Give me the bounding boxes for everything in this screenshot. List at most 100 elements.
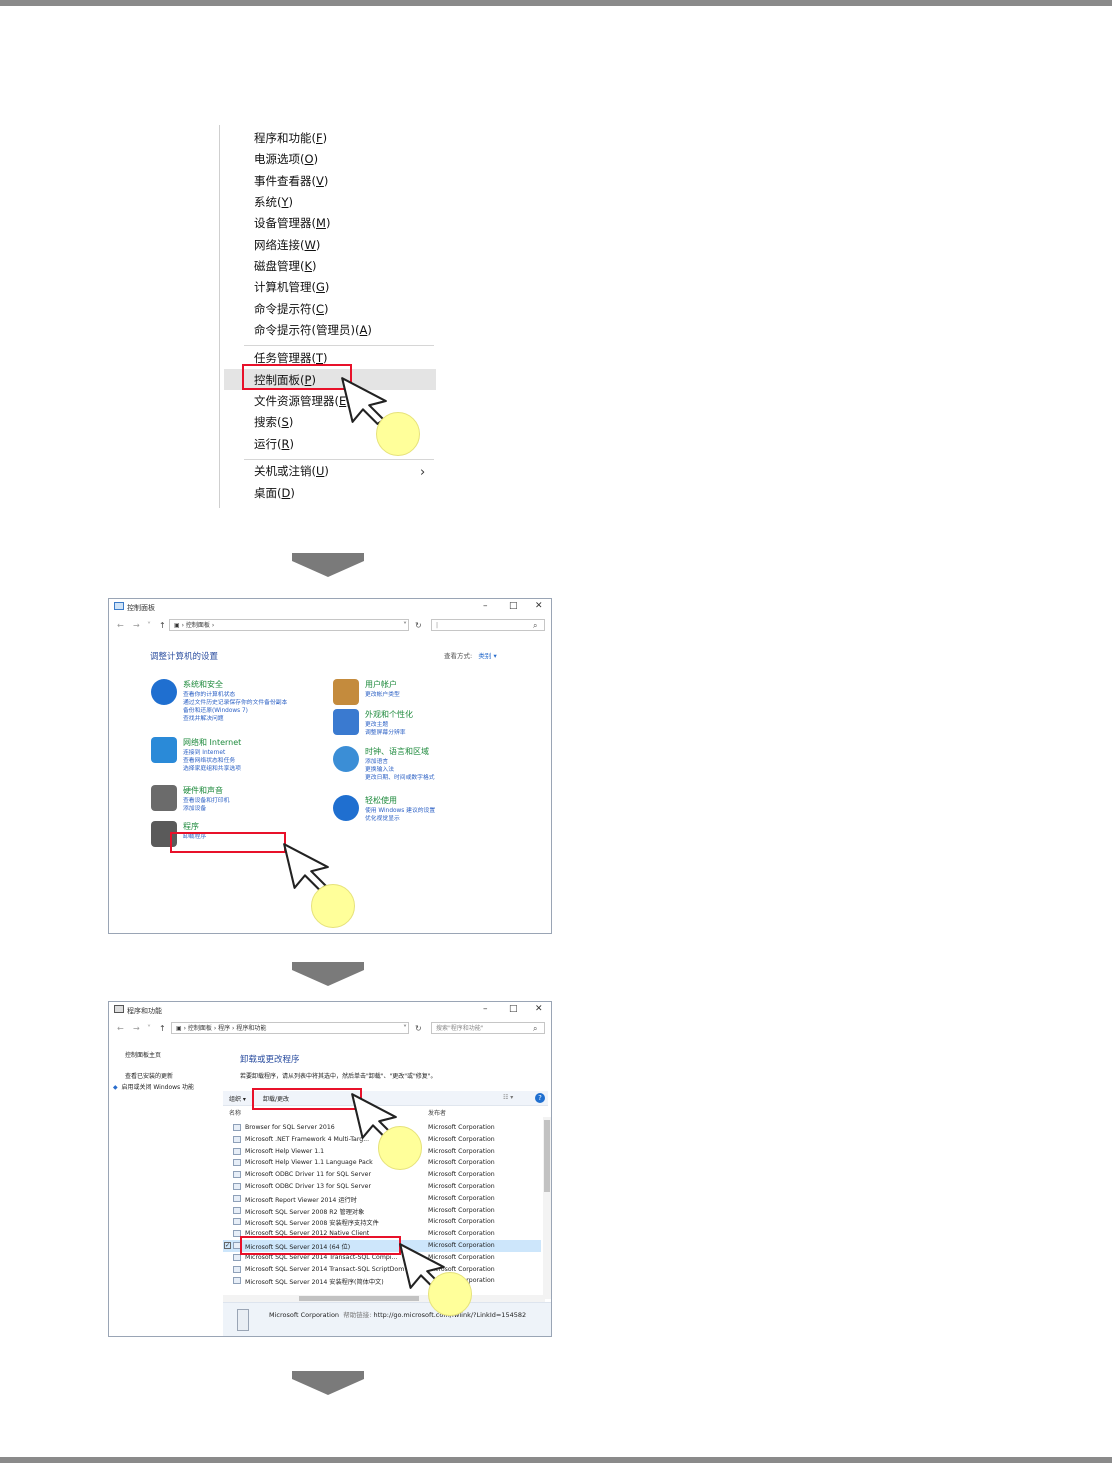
menu-item-3[interactable]: 系统(Y) (254, 195, 293, 209)
menu-item-label: 命令提示符 (254, 302, 312, 316)
menu-item-label: 搜索 (254, 415, 277, 429)
category-link[interactable]: 优化视觉显示 (365, 813, 400, 822)
category-link[interactable]: 查找并解决问题 (183, 713, 224, 722)
minimize-button[interactable]: – (483, 1004, 488, 1014)
maximize-button[interactable]: □ (509, 601, 518, 611)
column-publisher[interactable]: 发布者 (428, 1108, 446, 1117)
menu-item-4[interactable]: 设备管理器(M) (254, 216, 330, 230)
search-input[interactable]: 搜索"程序和功能" (431, 1022, 545, 1034)
organize-button[interactable]: 组织 ▾ (229, 1094, 246, 1103)
search-icon[interactable]: ⌕ (533, 621, 537, 631)
program-name: Microsoft Report Viewer 2014 运行时 (245, 1196, 357, 1204)
users-icon[interactable] (333, 679, 359, 705)
help-icon[interactable]: ? (535, 1093, 545, 1103)
forward-arrow-icon[interactable]: → (133, 621, 140, 630)
window-title: 程序和功能 (127, 1007, 162, 1015)
table-row[interactable]: Microsoft ODBC Driver 11 for SQL Server M… (223, 1169, 541, 1181)
menu-item-13[interactable]: 搜索(S) (254, 415, 293, 429)
menu-item-15[interactable]: 关机或注销(U) (254, 464, 329, 478)
printer-icon[interactable] (151, 785, 177, 811)
maximize-button[interactable]: □ (509, 1004, 518, 1014)
vertical-scroll-thumb[interactable] (544, 1120, 550, 1192)
table-row[interactable]: Microsoft ODBC Driver 13 for SQL Server M… (223, 1181, 541, 1193)
menu-item-5[interactable]: 网络连接(W) (254, 238, 320, 252)
program-publisher: Microsoft Corporation (428, 1147, 495, 1155)
refresh-icon[interactable]: ↻ (415, 1024, 422, 1033)
menu-item-accelerator: T (316, 351, 324, 365)
menu-item-label: 程序和功能 (254, 131, 312, 145)
close-button[interactable]: ✕ (535, 601, 543, 611)
menu-item-accelerator: U (316, 464, 325, 478)
table-row[interactable]: Microsoft SQL Server 2014 Transact-SQL S… (223, 1264, 541, 1276)
back-arrow-icon[interactable]: ← (117, 1024, 124, 1033)
shield-icon[interactable] (151, 679, 177, 705)
row-checkbox[interactable]: ✓ (224, 1242, 231, 1249)
address-bar[interactable]: ▣ › 控制面板 › 程序 › 程序和功能 (171, 1022, 409, 1034)
menu-item-7[interactable]: 计算机管理(G) (254, 280, 329, 294)
sidebar-control-panel-home[interactable]: 控制面板主页 (125, 1050, 161, 1059)
minimize-button[interactable]: – (483, 601, 488, 611)
program-icon (233, 1265, 241, 1273)
menu-item-2[interactable]: 事件查看器(V) (254, 174, 328, 188)
menu-item-10[interactable]: 任务管理器(T) (254, 351, 328, 365)
program-publisher: Microsoft Corporation (428, 1206, 495, 1214)
menu-item-label: 任务管理器 (254, 351, 312, 365)
menu-item-accelerator: V (316, 174, 324, 188)
search-icon[interactable]: ⌕ (533, 1024, 537, 1034)
search-input[interactable]: | (431, 619, 545, 631)
step-marker-circle (376, 412, 420, 456)
breadcrumb-programs[interactable]: 程序 (218, 1025, 230, 1032)
category-link[interactable]: 调整屏幕分辨率 (365, 727, 406, 736)
table-row[interactable]: Microsoft Report Viewer 2014 运行时 Microsof… (223, 1193, 541, 1205)
program-name: Microsoft ODBC Driver 11 for SQL Server (245, 1171, 372, 1179)
forward-arrow-icon[interactable]: → (133, 1024, 140, 1033)
display-icon[interactable] (333, 709, 359, 735)
close-button[interactable]: ✕ (535, 1004, 543, 1014)
program-publisher: Microsoft Corporation (428, 1183, 495, 1190)
program-icon (233, 1124, 241, 1131)
table-row[interactable]: Microsoft SQL Server 2008 R2 管理对象 Microso… (223, 1205, 541, 1217)
category-link[interactable]: 更改帐户类型 (365, 689, 400, 698)
table-row[interactable]: Microsoft SQL Server 2014 安装程序(简体中文)Micr… (223, 1275, 541, 1287)
view-by-value[interactable]: 类别 ▾ (478, 652, 496, 660)
menu-item-6[interactable]: 磁盘管理(K) (254, 259, 317, 273)
menu-item-1[interactable]: 电源选项(O) (254, 152, 318, 166)
table-row[interactable]: Microsoft SQL Server 2008 安装程序支持文件 Micros… (223, 1216, 541, 1228)
view-options-icon[interactable]: ☷ ▾ (503, 1094, 513, 1101)
menu-item-label: 设备管理器 (254, 216, 312, 230)
category-link[interactable]: 选择家庭组和共享选项 (183, 763, 241, 772)
accessibility-icon[interactable] (333, 795, 359, 821)
address-bar[interactable]: ▣ › 控制面板 › (169, 619, 409, 631)
column-name[interactable]: 名称 (229, 1108, 241, 1117)
menu-item-14[interactable]: 运行(R) (254, 437, 294, 451)
menu-item-9[interactable]: 命令提示符(管理员)(A) (254, 323, 372, 337)
clock-icon[interactable] (333, 746, 359, 772)
sidebar-windows-features[interactable]: ◆ 启用或关闭 Windows 功能 (113, 1082, 194, 1091)
address-crumb[interactable]: 控制面板 (186, 622, 210, 629)
page-title: 卸载或更改程序 (240, 1055, 300, 1065)
up-arrow-icon[interactable]: ↑ (159, 621, 166, 630)
program-name: Microsoft Help Viewer 1.1 (245, 1147, 325, 1155)
category-link[interactable]: 添加设备 (183, 803, 206, 812)
dropdown-icon[interactable]: ˅ (147, 621, 151, 630)
address-dropdown-icon[interactable]: ˅ (403, 1024, 407, 1033)
sidebar-view-updates[interactable]: 查看已安装的更新 (125, 1071, 173, 1080)
menu-item-0[interactable]: 程序和功能(F) (254, 131, 327, 145)
menu-item-16[interactable]: 桌面(D) (254, 486, 295, 500)
menu-item-label: 桌面 (254, 486, 277, 500)
program-publisher: Microsoft Corporation (428, 1218, 495, 1226)
program-name: Microsoft ODBC Driver 13 for SQL Server (245, 1183, 372, 1190)
horizontal-scroll-thumb[interactable] (299, 1296, 419, 1301)
network-icon[interactable] (151, 737, 177, 763)
category-link[interactable]: 更改日期、时间或数字格式 (365, 772, 435, 781)
menu-item-12[interactable]: 文件资源管理器(E) (254, 394, 351, 408)
view-by[interactable]: 查看方式: 类别 ▾ (444, 650, 497, 660)
refresh-icon[interactable]: ↻ (415, 621, 422, 630)
up-arrow-icon[interactable]: ↑ (159, 1024, 166, 1033)
breadcrumb-control-panel[interactable]: 控制面板 (188, 1025, 212, 1032)
address-dropdown-icon[interactable]: ˅ (403, 621, 407, 630)
breadcrumb-programs-features[interactable]: 程序和功能 (236, 1025, 266, 1032)
dropdown-icon[interactable]: ˅ (147, 1024, 151, 1033)
menu-item-8[interactable]: 命令提示符(C) (254, 302, 329, 316)
back-arrow-icon[interactable]: ← (117, 621, 124, 630)
